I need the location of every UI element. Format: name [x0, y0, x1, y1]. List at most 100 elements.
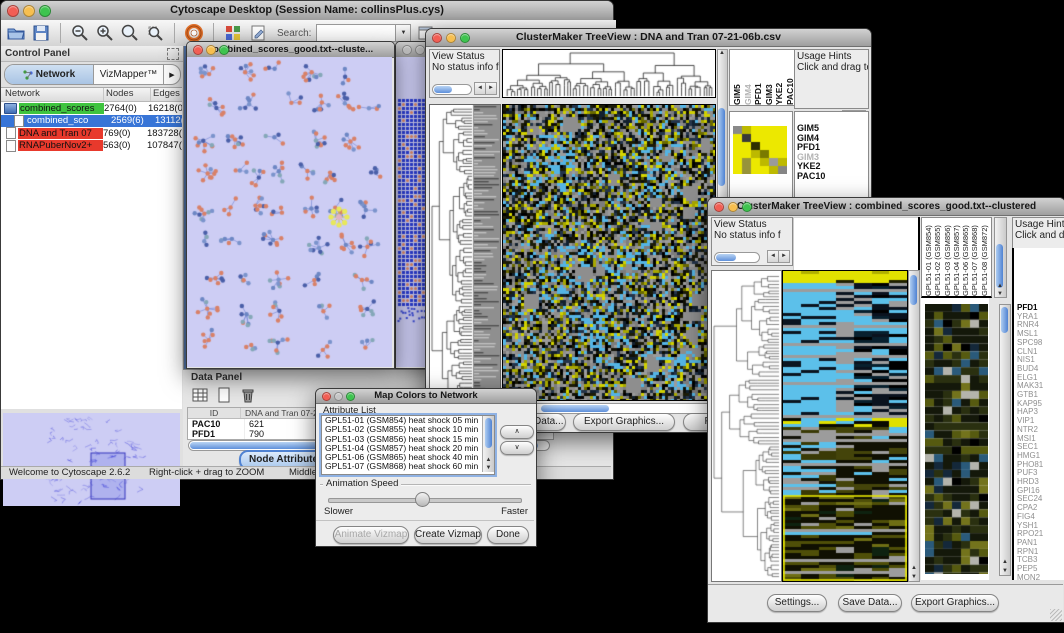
scroll-down-icon[interactable]: ▼: [1002, 568, 1008, 574]
close-button[interactable]: [7, 5, 19, 17]
control-panel-title: Control Panel: [5, 48, 70, 59]
column-label[interactable]: GPL51-07 (GSM868): [969, 218, 978, 296]
animation-speed-slider-thumb[interactable]: [415, 492, 430, 507]
minimize-button[interactable]: [206, 45, 216, 55]
zoom-out-icon[interactable]: [70, 23, 90, 43]
create-vizmap-button[interactable]: Create Vizmap: [414, 526, 482, 544]
control-panel-tabs: Network VizMapper™ ▶: [4, 64, 181, 85]
zoom-button[interactable]: [346, 392, 355, 401]
scroll-up-icon[interactable]: ▲: [911, 565, 917, 571]
scroll-up-icon[interactable]: ▲: [1002, 559, 1008, 565]
minimize-button[interactable]: [334, 392, 343, 401]
tv1-heatmap[interactable]: [502, 104, 716, 401]
close-button[interactable]: [402, 45, 412, 55]
network-canvas[interactable]: [187, 57, 392, 367]
main-titlebar[interactable]: Cytoscape Desktop (Session Name: collins…: [1, 1, 613, 21]
minimize-button[interactable]: [415, 45, 425, 55]
zoom-button[interactable]: [742, 202, 752, 212]
zoom-button[interactable]: [219, 45, 229, 55]
tv2-heatmap-scrollbar[interactable]: ▲ ▼: [908, 270, 920, 582]
tv2-detail-heatmap[interactable]: [925, 304, 988, 574]
minimize-button[interactable]: [23, 5, 35, 17]
search-dropdown-icon[interactable]: ▼: [396, 24, 411, 42]
gene-label[interactable]: PAC10: [797, 172, 868, 182]
export-graphics-button[interactable]: Export Graphics...: [911, 594, 999, 612]
network-table-row[interactable]: DNA and Tran 07 769(0) 183728(0): [1, 127, 182, 140]
column-label[interactable]: PFD1: [753, 50, 764, 105]
search-label: Search:: [277, 28, 311, 39]
column-label[interactable]: GIM5: [732, 50, 743, 105]
zoom-button[interactable]: [39, 5, 51, 17]
attribute-list-scrollbar[interactable]: ▲ ▼: [482, 416, 494, 472]
column-label[interactable]: GPL51-03 (GSM856): [942, 218, 951, 296]
column-label[interactable]: GIM4: [743, 50, 754, 105]
open-session-icon[interactable]: [6, 23, 26, 43]
treeview1-titlebar[interactable]: ClusterMaker TreeView : DNA and Tran 07-…: [426, 29, 871, 47]
column-label[interactable]: GIM3: [764, 50, 775, 105]
attribute-select-icon[interactable]: [191, 386, 209, 404]
save-session-icon[interactable]: [31, 23, 51, 43]
column-label[interactable]: YKE2: [774, 50, 785, 105]
tab-overflow-arrow[interactable]: ▶: [164, 65, 180, 84]
delete-attribute-icon[interactable]: [239, 386, 257, 404]
tv1-row-dendrogram[interactable]: [429, 104, 501, 401]
scroll-up-icon[interactable]: ▲: [719, 50, 725, 56]
animate-vizmap-button[interactable]: Animate Vizmap: [333, 526, 409, 544]
close-button[interactable]: [714, 202, 724, 212]
help-lifesaver-icon[interactable]: [184, 23, 204, 43]
gene-label[interactable]: MON2: [1017, 574, 1064, 583]
scroll-down-icon[interactable]: ▼: [911, 574, 917, 580]
tv2-view-status-panel: View Status No status info f ◄ ►: [711, 217, 793, 266]
tv2-row-dendrogram[interactable]: [711, 270, 782, 582]
column-label[interactable]: GPL51-04 (GSM857): [951, 218, 960, 296]
column-label[interactable]: GPL51-02 (GSM855): [932, 218, 941, 296]
network-table-row[interactable]: combined_scores 2764(0) 16218(0): [1, 102, 182, 115]
minimize-button[interactable]: [446, 33, 456, 43]
done-button[interactable]: Done: [487, 526, 529, 544]
tv2-heatmap[interactable]: [782, 270, 908, 582]
network-table-row[interactable]: combined_sco 2569(6) 13112(15): [1, 115, 182, 128]
scroll-up-icon[interactable]: ▲: [997, 283, 1003, 289]
tv1-column-dendrogram[interactable]: [502, 49, 716, 98]
zoom-fit-icon[interactable]: [120, 23, 140, 43]
attribute-list-item[interactable]: GPL51-07 (GSM868) heat shock 60 min: [322, 462, 494, 471]
close-button[interactable]: [322, 392, 331, 401]
scroll-right-icon[interactable]: ►: [485, 82, 497, 95]
tab-vizmapper[interactable]: VizMapper™: [94, 65, 164, 84]
scroll-right-icon[interactable]: ►: [778, 250, 790, 263]
zoom-button[interactable]: [460, 33, 470, 43]
dialog-titlebar[interactable]: Map Colors to Network: [316, 389, 536, 404]
column-label[interactable]: GPL51-01 (GSM854): [923, 218, 932, 296]
annotation-icon[interactable]: [248, 23, 268, 43]
minimize-button[interactable]: [728, 202, 738, 212]
move-down-button[interactable]: ∨: [500, 441, 534, 455]
new-attribute-icon[interactable]: [215, 386, 233, 404]
vizmapper-icon[interactable]: [223, 23, 243, 43]
close-button[interactable]: [432, 33, 442, 43]
settings-button[interactable]: Settings...: [767, 594, 827, 612]
network-table-row[interactable]: RNAPuberNov2+ 563(0) 107847(0): [1, 140, 182, 153]
tab-network[interactable]: Network: [5, 65, 94, 84]
close-button[interactable]: [193, 45, 203, 55]
tv2-status-scrollbar[interactable]: [714, 252, 760, 263]
float-panel-icon[interactable]: [167, 48, 179, 60]
export-graphics-button[interactable]: Export Graphics...: [573, 413, 675, 431]
resize-grip[interactable]: [1050, 609, 1062, 621]
network-view-titlebar[interactable]: combined_scores_good.txt--cluste...: [187, 42, 394, 58]
column-label[interactable]: GPL51-08 (GSM872): [979, 218, 988, 296]
tv2-labels-scrollbar[interactable]: ▲ ▼: [994, 217, 1007, 298]
search-input[interactable]: [316, 24, 396, 42]
tv2-detail-scrollbar[interactable]: ▲ ▼: [999, 304, 1011, 576]
scroll-down-icon[interactable]: ▼: [997, 291, 1003, 297]
zoom-in-icon[interactable]: [95, 23, 115, 43]
tv1-status-scrollbar[interactable]: [432, 84, 472, 95]
save-data-button[interactable]: Save Data...: [838, 594, 902, 612]
zoom-selected-icon[interactable]: [145, 23, 165, 43]
tv1-mini-matrix[interactable]: [733, 126, 787, 174]
tv2-gene-list-panel: PFD1YRA1RNR4MSL1SPC98CLN1NIS1BUD4ELG1MAK…: [1014, 248, 1064, 580]
move-up-button[interactable]: ∧: [500, 425, 534, 439]
scroll-down-icon[interactable]: ▼: [486, 465, 492, 471]
scroll-up-icon[interactable]: ▲: [486, 457, 492, 463]
treeview2-titlebar[interactable]: ClusterMaker TreeView : combined_scores_…: [708, 198, 1064, 216]
network-overview[interactable]: [3, 413, 180, 463]
